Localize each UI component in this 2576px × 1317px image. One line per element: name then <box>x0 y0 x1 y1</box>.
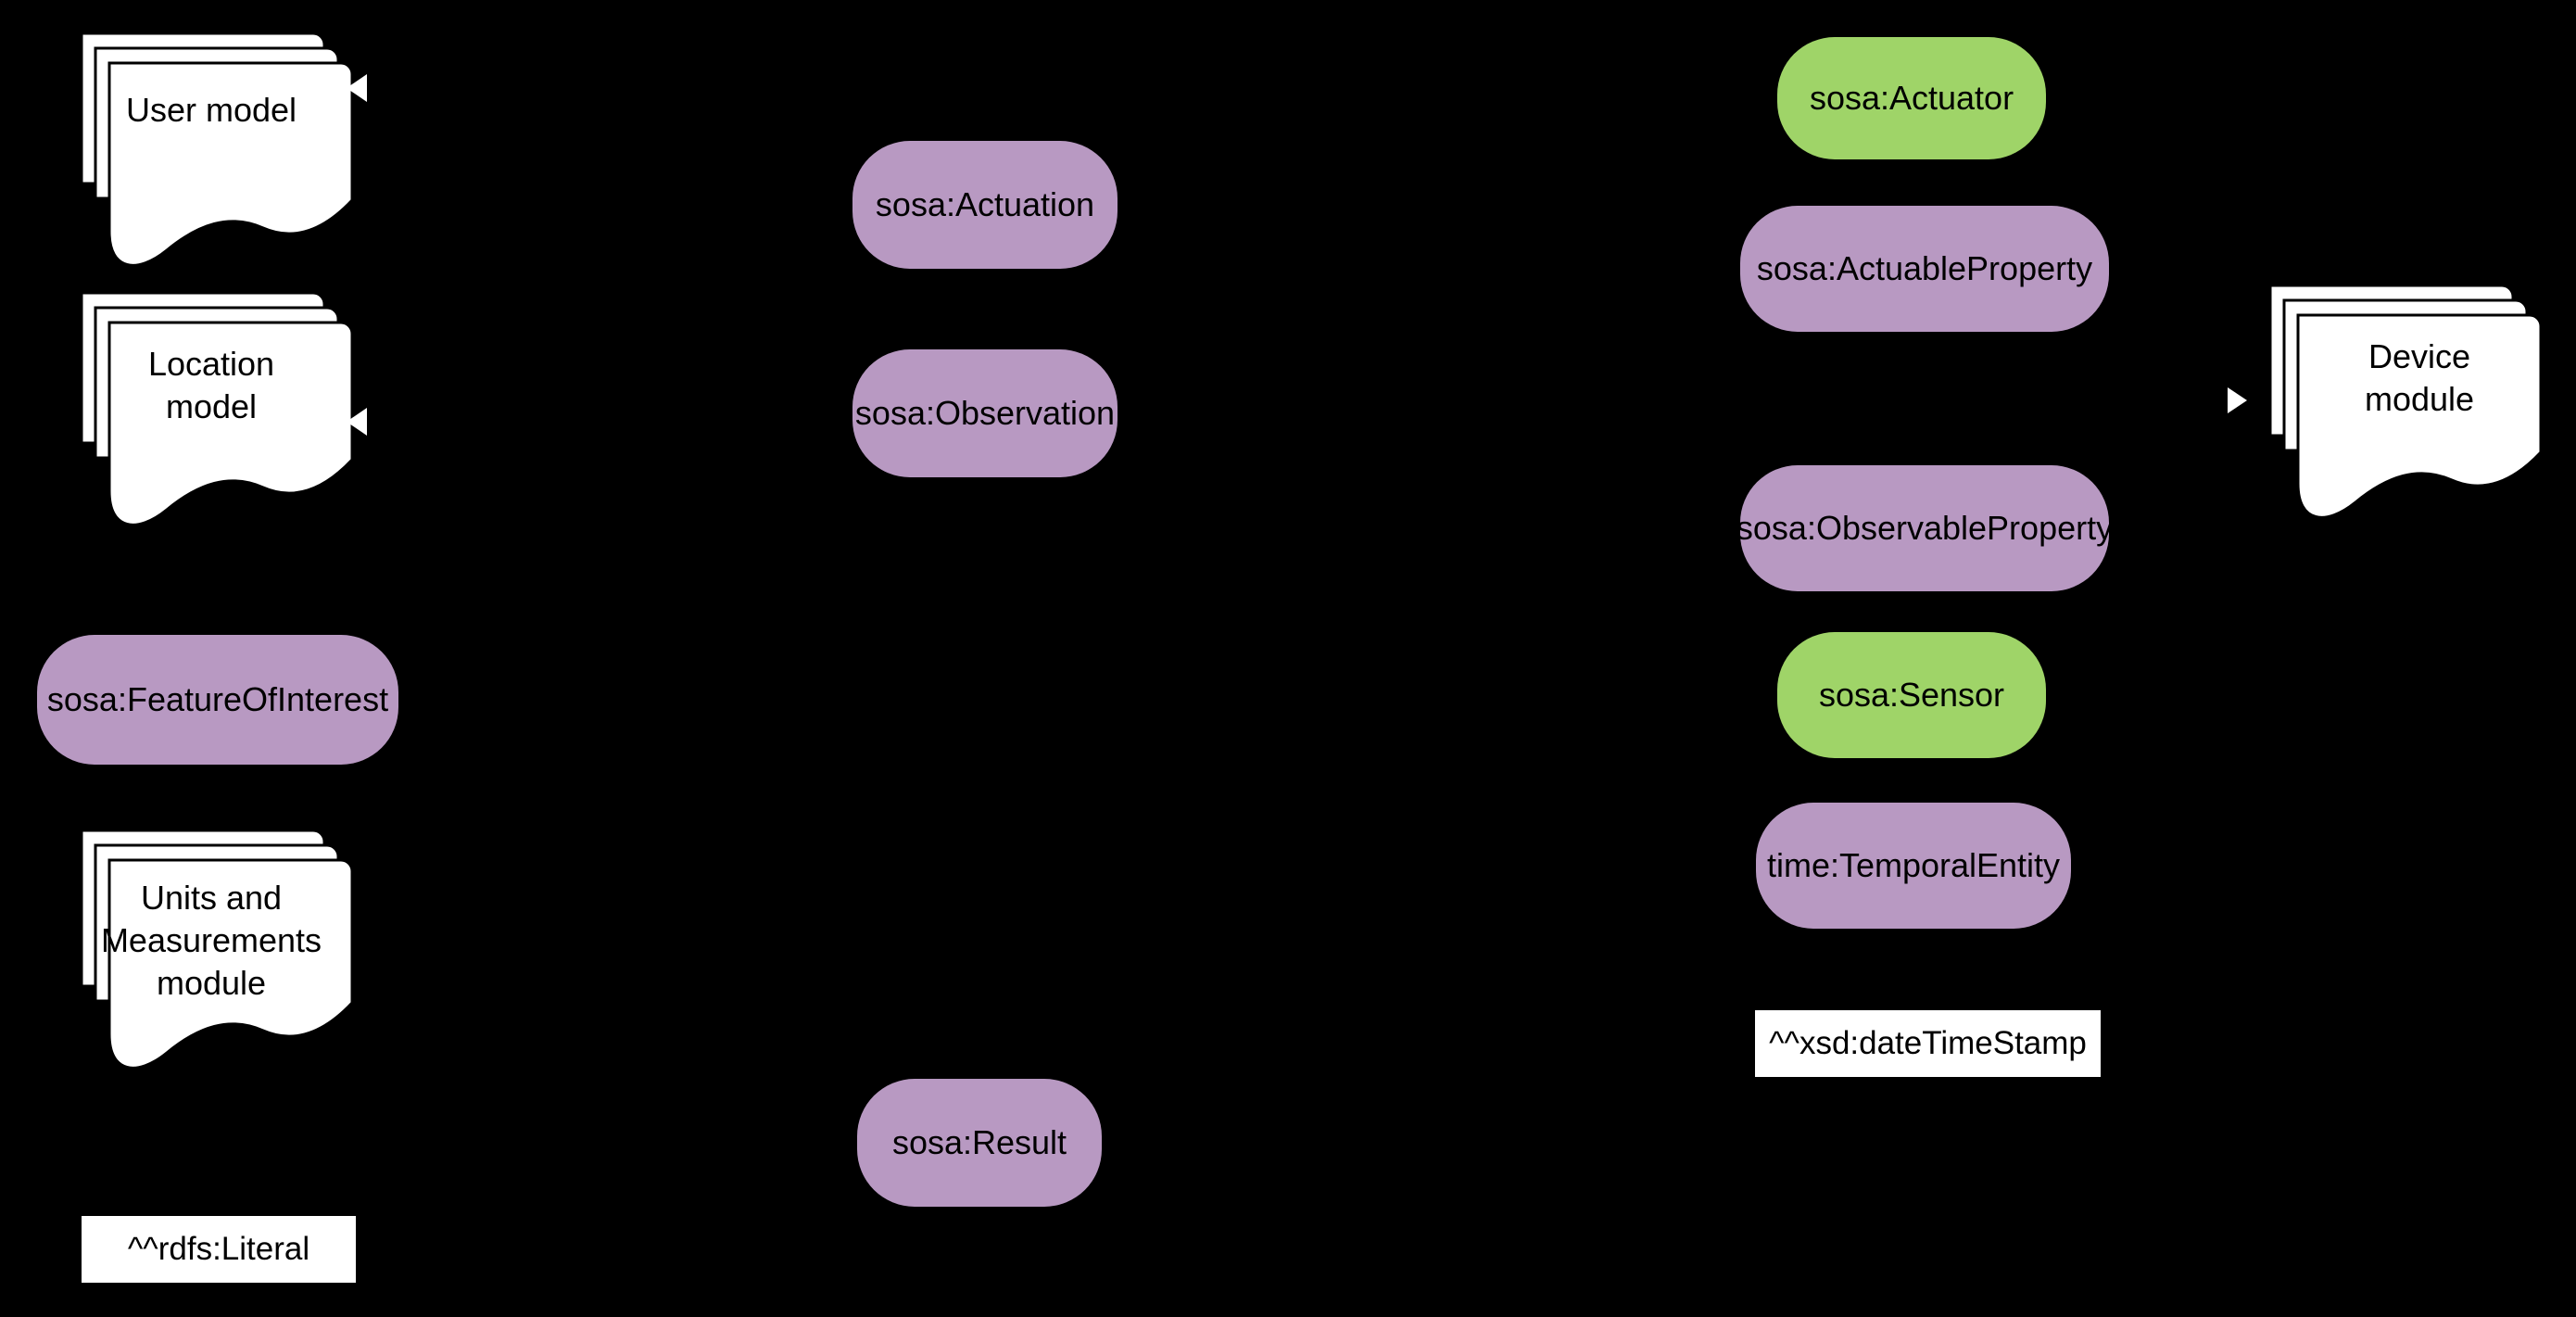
module-device-module[interactable]: Device module <box>2228 278 2543 519</box>
triangle-left-icon <box>347 408 367 436</box>
class-sosa-sensor[interactable]: sosa:Sensor <box>1777 632 2046 758</box>
datatype-xsd-date-time-stamp[interactable]: ^^xsd:dateTimeStamp <box>1755 1010 2101 1077</box>
triangle-left-icon <box>347 74 367 102</box>
class-sosa-actuator[interactable]: sosa:Actuator <box>1777 37 2046 159</box>
module-location-model[interactable]: Location model <box>72 285 367 526</box>
module-user-model[interactable]: User model <box>72 26 367 267</box>
class-label: sosa:Actuator <box>1809 79 2014 118</box>
class-label: time:TemporalEntity <box>1766 846 2061 885</box>
class-label: sosa:FeatureOfInterest <box>46 680 389 719</box>
class-sosa-actuation[interactable]: sosa:Actuation <box>852 141 1118 269</box>
diagram-canvas: User model Location model sosa:FeatureOf… <box>0 0 2576 1317</box>
class-sosa-result[interactable]: sosa:Result <box>857 1079 1102 1207</box>
class-label: sosa:ObservableProperty <box>1736 509 2114 548</box>
class-sosa-observation[interactable]: sosa:Observation <box>852 349 1118 477</box>
class-sosa-actuable-property[interactable]: sosa:ActuableProperty <box>1740 206 2109 332</box>
class-label: sosa:Actuation <box>875 185 1095 224</box>
class-sosa-feature-of-interest[interactable]: sosa:FeatureOfInterest <box>37 635 398 765</box>
datatype-rdfs-literal[interactable]: ^^rdfs:Literal <box>82 1216 356 1283</box>
class-label: sosa:Observation <box>854 394 1116 433</box>
class-label: sosa:ActuableProperty <box>1756 249 2093 288</box>
datatype-label: ^^xsd:dateTimeStamp <box>1769 1024 2087 1061</box>
class-sosa-observable-property[interactable]: sosa:ObservableProperty <box>1736 465 2113 591</box>
module-units-and-measurements[interactable]: Units and Measurements module <box>72 823 354 1070</box>
class-label: sosa:Result <box>891 1123 1067 1162</box>
datatype-label: ^^rdfs:Literal <box>127 1230 310 1267</box>
triangle-right-icon <box>2228 387 2247 413</box>
class-label: sosa:Sensor <box>1818 676 2005 715</box>
class-time-temporal-entity[interactable]: time:TemporalEntity <box>1756 803 2071 929</box>
